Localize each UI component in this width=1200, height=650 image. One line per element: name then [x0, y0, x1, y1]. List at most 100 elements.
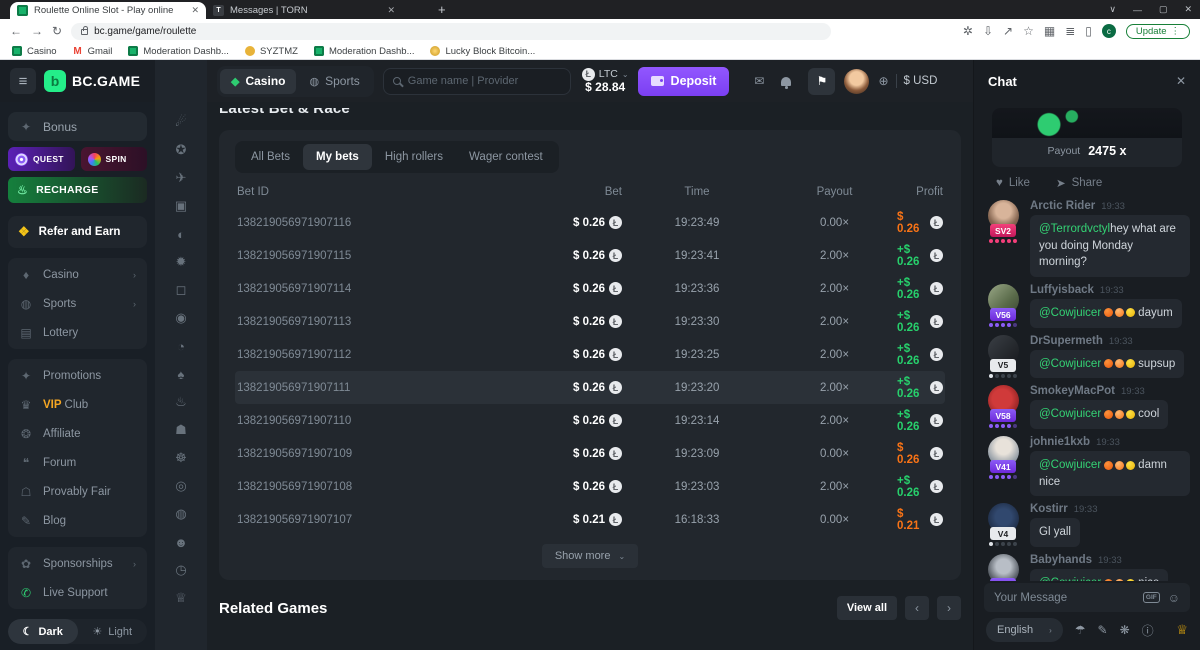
- browser-tab[interactable]: T Messages | TORN ✕: [206, 2, 402, 19]
- shared-bet-card[interactable]: Payout 2475 x: [992, 108, 1182, 167]
- tab-search-icon[interactable]: ∨: [1109, 4, 1116, 15]
- bookmark-star-icon[interactable]: ☆: [1023, 25, 1034, 37]
- mention[interactable]: @Cowjuicer: [1039, 307, 1101, 319]
- limbo-rocket-icon[interactable]: ✈: [163, 164, 199, 192]
- bets-tab[interactable]: My bets: [303, 144, 372, 170]
- quest-flag-icon[interactable]: ⚑: [808, 68, 835, 95]
- minimize-icon[interactable]: —: [1133, 5, 1142, 15]
- chat-close-icon[interactable]: ✕: [1176, 74, 1186, 88]
- sidebar-item[interactable]: ❂ Affiliate: [8, 419, 147, 448]
- profile-avatar[interactable]: c: [1102, 24, 1116, 38]
- tab-close-icon[interactable]: ✕: [191, 5, 199, 16]
- moderator-pen-icon[interactable]: ✎: [1098, 623, 1108, 637]
- language-selector[interactable]: English ›: [986, 618, 1063, 642]
- theme-dark-button[interactable]: ☾ Dark: [8, 619, 78, 644]
- bookmark-item[interactable]: Casino: [12, 46, 57, 57]
- carousel-next-button[interactable]: ›: [937, 596, 961, 620]
- mention[interactable]: @Cowjuicer: [1039, 577, 1101, 581]
- hamburger-menu-icon[interactable]: ≡: [10, 68, 36, 94]
- target-icon[interactable]: ◎: [163, 472, 199, 500]
- address-bar[interactable]: bc.game/game/roulette: [71, 23, 831, 40]
- update-button[interactable]: Update⋮: [1126, 24, 1190, 39]
- bet-row[interactable]: 138219056971907115 $ 0.26Ł 19:23:41 2.00…: [235, 239, 945, 272]
- game-thumbnail[interactable]: [723, 631, 838, 650]
- browser-tab[interactable]: Roulette Online Slot - Play online ✕: [10, 2, 206, 19]
- bookmark-item[interactable]: Moderation Dashb...: [128, 46, 229, 57]
- password-key-icon[interactable]: ✲: [963, 25, 973, 37]
- mention[interactable]: @Cowjuicer: [1039, 408, 1101, 420]
- bets-tab[interactable]: High rollers: [372, 144, 456, 170]
- avatar[interactable]: [988, 554, 1019, 581]
- maximize-icon[interactable]: ▢: [1159, 4, 1168, 15]
- bets-tab[interactable]: Wager contest: [456, 144, 556, 170]
- mention[interactable]: @Cowjuicer: [1039, 459, 1101, 471]
- chat-username[interactable]: DrSupermeth: [1030, 335, 1103, 347]
- sticker-icon[interactable]: ❋: [1120, 623, 1130, 637]
- install-icon[interactable]: ⇩: [983, 25, 993, 37]
- recharge-button[interactable]: ♨ RECHARGE: [8, 177, 147, 203]
- spin-button[interactable]: SPIN: [81, 147, 148, 171]
- chat-username[interactable]: Luffyisback: [1030, 284, 1094, 296]
- bet-row[interactable]: 138219056971907110 $ 0.26Ł 19:23:14 2.00…: [235, 404, 945, 437]
- game-thumbnail[interactable]: [597, 631, 712, 650]
- plinko-icon[interactable]: ✪: [163, 136, 199, 164]
- keno-icon[interactable]: ◔: [163, 332, 199, 360]
- bet-row[interactable]: 138219056971907111 $ 0.26Ł 19:23:20 2.00…: [235, 371, 945, 404]
- sidebar-item[interactable]: ♦ Casino ›: [8, 260, 147, 289]
- mention[interactable]: @Cowjuicer: [1039, 358, 1101, 370]
- gif-icon[interactable]: GIF: [1143, 592, 1160, 603]
- chat-rules-info-icon[interactable]: ⓘ: [1142, 622, 1154, 639]
- sidebar-item[interactable]: ✆ Live Support: [8, 578, 147, 607]
- share-icon[interactable]: ↗: [1003, 25, 1013, 37]
- sidebar-item[interactable]: ✿ Sponsorships ›: [8, 549, 147, 578]
- hash-dice-icon[interactable]: ♨: [163, 388, 199, 416]
- game-thumbnail[interactable]: [219, 631, 334, 650]
- helmet-icon[interactable]: ☗: [163, 416, 199, 444]
- chat-username[interactable]: Kostirr: [1030, 503, 1068, 515]
- sidebar-item[interactable]: ◍ Sports ›: [8, 289, 147, 318]
- sidebar-item[interactable]: ✎ Blog: [8, 506, 147, 535]
- bet-row[interactable]: 138219056971907109 $ 0.26Ł 19:23:09 0.00…: [235, 437, 945, 470]
- chat-input-bar[interactable]: GIF ☺: [984, 583, 1190, 612]
- share-button[interactable]: ➤ Share: [1056, 176, 1102, 190]
- theme-light-button[interactable]: ☀ Light: [78, 619, 148, 644]
- wheel-icon[interactable]: ☸: [163, 444, 199, 472]
- media-list-icon[interactable]: ≣: [1065, 25, 1075, 37]
- bookmark-item[interactable]: Lucky Block Bitcoin...: [430, 46, 535, 57]
- back-icon[interactable]: ←: [10, 25, 22, 37]
- deposit-button[interactable]: Deposit: [638, 67, 730, 96]
- roulette-icon[interactable]: ◉: [163, 304, 199, 332]
- sidebar-item[interactable]: ▤ Lottery: [8, 318, 147, 347]
- reload-icon[interactable]: ↻: [52, 25, 62, 37]
- sidebar-item[interactable]: ♛ VIP Club: [8, 390, 147, 419]
- search-input[interactable]: [408, 75, 561, 87]
- trophy-icon[interactable]: ♕: [1176, 622, 1188, 638]
- video-poker-icon[interactable]: ◻: [163, 276, 199, 304]
- extensions-icon[interactable]: ▦: [1044, 25, 1055, 37]
- nav-pill[interactable]: ◆ Casino: [220, 69, 296, 94]
- chat-message-input[interactable]: [994, 592, 1135, 604]
- bookmark-item[interactable]: M Gmail: [73, 46, 113, 57]
- wallet-balance[interactable]: Ł LTC ⌄ $ 28.84: [582, 68, 629, 95]
- bet-row[interactable]: 138219056971907116 $ 0.26Ł 19:23:49 0.00…: [235, 206, 945, 239]
- game-thumbnail[interactable]: [849, 631, 964, 650]
- chat-messages-area[interactable]: Payout 2475 x ♥ Like ➤ Share: [974, 102, 1200, 581]
- sidebar-item-bonus[interactable]: ✦ Bonus: [8, 112, 147, 141]
- user-avatar[interactable]: [844, 69, 869, 94]
- emoji-icon[interactable]: ☺: [1168, 591, 1180, 605]
- sidebar-item[interactable]: ❝ Forum: [8, 448, 147, 477]
- forward-icon[interactable]: →: [31, 25, 43, 37]
- bookmark-item[interactable]: SYZTMZ: [245, 46, 298, 57]
- bookmark-item[interactable]: Moderation Dashb...: [314, 46, 415, 57]
- notifications-bell-icon[interactable]: [781, 77, 791, 86]
- bet-row[interactable]: 138219056971907113 $ 0.26Ł 19:23:30 2.00…: [235, 305, 945, 338]
- sidebar-item[interactable]: ☖ Provably Fair: [8, 477, 147, 506]
- mail-icon[interactable]: ✉: [754, 74, 764, 88]
- bet-row[interactable]: 138219056971907114 $ 0.26Ł 19:23:36 2.00…: [235, 272, 945, 305]
- game-thumbnail[interactable]: [471, 631, 586, 650]
- view-all-button[interactable]: View all: [837, 596, 897, 620]
- nav-pill[interactable]: ◍ Sports: [298, 69, 370, 94]
- cards-icon[interactable]: ♠: [163, 360, 199, 388]
- mines-bomb-icon[interactable]: ✹: [163, 248, 199, 276]
- quest-button[interactable]: QUEST: [8, 147, 75, 171]
